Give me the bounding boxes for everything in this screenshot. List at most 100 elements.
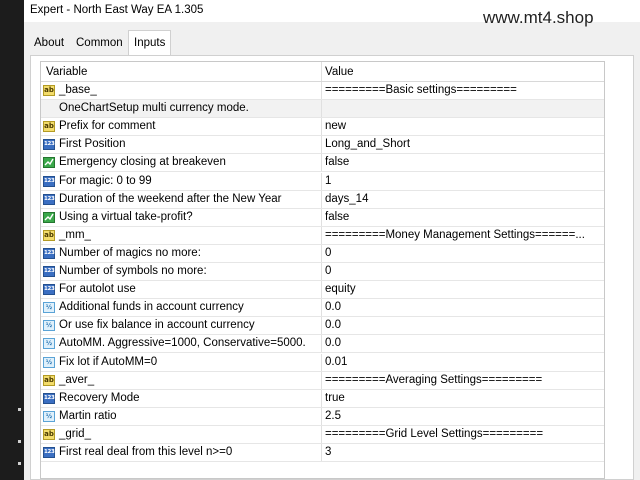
value-cell[interactable]: =========Basic settings========= [322, 82, 604, 99]
value-cell[interactable]: 0.01 [322, 354, 604, 371]
variable-name: Number of magics no more: [59, 246, 201, 259]
input-value[interactable]: 0 [325, 265, 331, 277]
value-cell[interactable]: false [322, 209, 604, 226]
input-value[interactable]: =========Money Management Settings======… [325, 229, 585, 241]
inputs-panel: Variable Value ab _base_ =========Basic se… [30, 55, 634, 480]
value-cell[interactable]: 0 [322, 263, 604, 280]
expert-properties-dialog: Expert - North East Way EA 1.305 www.mt4… [24, 0, 640, 480]
string-type-icon: ab [43, 121, 55, 133]
input-value[interactable]: 3 [325, 446, 331, 458]
value-cell[interactable]: true [322, 390, 604, 407]
tab-about[interactable]: About [30, 32, 68, 54]
variable-cell: ab _aver_ [41, 371, 322, 389]
variable-cell: 123 Number of symbols no more: [41, 263, 322, 280]
value-cell[interactable]: 1 [322, 173, 604, 190]
input-row[interactable]: ½ Or use fix balance in account currency 0… [41, 317, 604, 336]
input-row[interactable]: 123 Recovery Mode true [41, 389, 604, 408]
input-value[interactable]: false [325, 211, 349, 223]
input-value[interactable]: 0.01 [325, 356, 347, 368]
integer-type-icon: 123 [43, 266, 55, 277]
variable-name: _base_ [59, 84, 97, 96]
input-row[interactable]: OneChartSetup multi currency mode. [41, 100, 604, 119]
strip-marker [18, 440, 21, 443]
string-type-icon: ab [43, 428, 55, 440]
input-row[interactable]: 123 For magic: 0 to 99 1 [41, 172, 604, 191]
input-value[interactable]: 0.0 [325, 337, 341, 349]
input-value[interactable]: days_14 [325, 193, 368, 205]
value-cell[interactable]: 0.0 [322, 317, 604, 334]
value-cell[interactable]: equity [322, 281, 604, 298]
input-row[interactable]: ab _base_ =========Basic settings========= [41, 82, 604, 100]
input-value[interactable]: =========Grid Level Settings========= [325, 428, 543, 440]
input-row[interactable]: ½ Additional funds in account currency 0.0 [41, 299, 604, 318]
input-value[interactable]: 2.5 [325, 410, 341, 422]
variable-name: Using a virtual take-profit? [59, 210, 193, 223]
input-row[interactable]: ab _aver_ =========Averaging Settings=====… [41, 371, 604, 390]
value-cell[interactable]: =========Money Management Settings======… [322, 227, 604, 244]
variable-name: OneChartSetup multi currency mode. [59, 102, 249, 115]
value-cell[interactable]: =========Grid Level Settings========= [322, 426, 604, 443]
input-value[interactable]: Long_and_Short [325, 138, 410, 150]
value-cell[interactable]: false [322, 154, 604, 171]
integer-type-icon: 123 [43, 447, 55, 458]
variable-name: For autolot use [59, 283, 136, 296]
tab-inputs[interactable]: Inputs [128, 30, 172, 55]
double-type-icon: ½ [43, 302, 55, 314]
variable-name: AutoMM. Aggressive=1000, Conservative=50… [59, 337, 306, 350]
input-value[interactable]: 0 [325, 247, 331, 259]
value-cell[interactable]: 0 [322, 245, 604, 262]
input-value[interactable]: =========Basic settings========= [325, 84, 517, 96]
variable-name: First Position [59, 138, 126, 151]
input-row[interactable]: 123 First Position Long_and_Short [41, 136, 604, 155]
variable-name: For magic: 0 to 99 [59, 174, 152, 187]
variable-name: Prefix for comment [59, 120, 156, 133]
value-cell[interactable]: days_14 [322, 191, 604, 208]
variable-cell: Using a virtual take-profit? [41, 208, 322, 226]
input-row[interactable]: ½ Martin ratio 2.5 [41, 407, 604, 426]
double-type-icon: ½ [43, 410, 55, 422]
input-row[interactable]: 123 Duration of the weekend after the New… [41, 190, 604, 209]
double-type-icon: ½ [43, 356, 55, 368]
double-type-icon: ½ [43, 320, 55, 332]
column-header-variable[interactable]: Variable [46, 66, 87, 78]
value-cell[interactable]: 3 [322, 444, 604, 461]
input-row[interactable]: ½ AutoMM. Aggressive=1000, Conservative=5… [41, 335, 604, 354]
value-cell[interactable]: new [322, 118, 604, 135]
value-cell[interactable]: =========Averaging Settings========= [322, 372, 604, 389]
value-cell[interactable]: Long_and_Short [322, 136, 604, 153]
input-row[interactable]: ab _mm_ =========Money Management Settings… [41, 226, 604, 245]
input-value[interactable]: 0.0 [325, 319, 341, 331]
value-cell[interactable]: 0.0 [322, 335, 604, 352]
value-cell[interactable]: 2.5 [322, 408, 604, 425]
input-row[interactable]: Emergency closing at breakeven false [41, 154, 604, 173]
variable-cell: 123 For autolot use [41, 281, 322, 299]
input-row[interactable]: ab _grid_ =========Grid Level Settings====… [41, 425, 604, 444]
input-value[interactable]: 1 [325, 175, 331, 187]
input-row[interactable]: 123 First real deal from this level n>=0 3 [41, 444, 604, 462]
variable-cell: 123 First real deal from this level n>=0 [41, 444, 322, 461]
input-value[interactable]: =========Averaging Settings========= [325, 374, 542, 386]
column-header-value[interactable]: Value [325, 66, 354, 78]
integer-type-icon: 123 [43, 392, 55, 404]
input-value[interactable]: false [325, 156, 349, 168]
input-row[interactable]: ab Prefix for comment new [41, 118, 604, 137]
window-title: Expert - North East Way EA 1.305 [30, 4, 204, 16]
variable-name: First real deal from this level n>=0 [59, 446, 233, 458]
value-cell[interactable]: 0.0 [322, 299, 604, 316]
integer-type-icon: 123 [43, 284, 55, 296]
inputs-table: Variable Value ab _base_ =========Basic se… [40, 61, 605, 479]
tab-common[interactable]: Common [72, 32, 127, 54]
input-value[interactable]: new [325, 120, 346, 132]
input-value[interactable]: true [325, 392, 345, 404]
input-value[interactable]: 0.0 [325, 301, 341, 313]
strip-marker [18, 462, 21, 465]
input-row[interactable]: 123 For autolot use equity [41, 281, 604, 300]
value-cell[interactable] [322, 100, 604, 117]
variable-name: Martin ratio [59, 409, 117, 422]
variable-name: Fix lot if AutoMM=0 [59, 355, 158, 368]
input-value[interactable]: equity [325, 283, 356, 295]
input-row[interactable]: ½ Fix lot if AutoMM=0 0.01 [41, 353, 604, 372]
input-row[interactable]: Using a virtual take-profit? false [41, 208, 604, 227]
input-row[interactable]: 123 Number of symbols no more: 0 [41, 263, 604, 281]
input-row[interactable]: 123 Number of magics no more: 0 [41, 244, 604, 263]
